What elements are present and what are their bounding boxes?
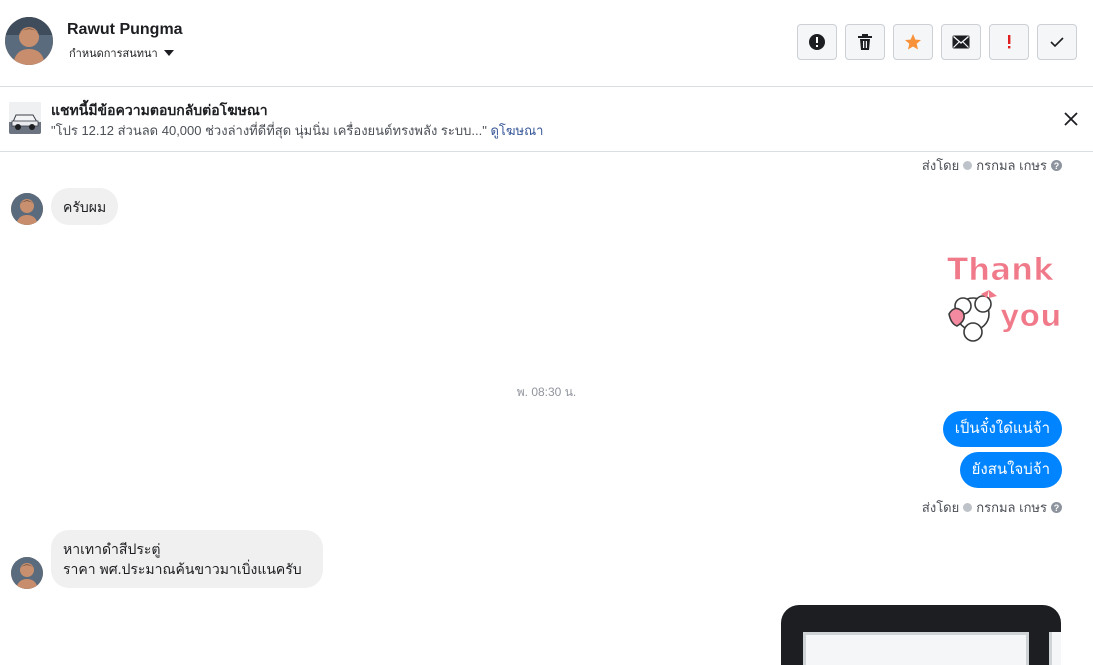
view-ad-link[interactable]: ดูโฆษณา — [490, 123, 543, 138]
avatar[interactable] — [11, 193, 43, 225]
image-message[interactable] — [781, 605, 1061, 665]
ad-description: "โปร 12.12 ส่วนลด 40,000 ช่วงล่างที่ดีที… — [51, 123, 487, 138]
help-icon[interactable]: ? — [1051, 160, 1062, 171]
contact-name[interactable]: Rawut Pungma — [67, 21, 183, 39]
avatar[interactable] — [5, 17, 53, 65]
message-line: หาเทาดำสีประตู่ — [63, 541, 161, 557]
delete-button[interactable] — [845, 24, 885, 60]
close-icon — [1064, 112, 1078, 126]
banner-description: "โปร 12.12 ส่วนลด 40,000 ช่วงล่างที่ดีที… — [51, 120, 543, 141]
mail-icon — [952, 35, 970, 49]
close-banner-button[interactable] — [1061, 109, 1081, 129]
mark-unread-button[interactable] — [941, 24, 981, 60]
ad-reply-banner: แชทนี้มีข้อความตอบกลับต่อโฆษณา "โปร 12.1… — [0, 87, 1093, 152]
sent-by-name[interactable]: กรกมล เกษร — [976, 497, 1047, 518]
star-icon — [905, 34, 921, 50]
sticker-text-thank: Thank — [947, 252, 1055, 288]
check-icon — [1050, 37, 1064, 48]
status-dot-icon — [963, 503, 973, 512]
star-button[interactable] — [893, 24, 933, 60]
sticker-text-you: you — [1000, 299, 1062, 334]
alert-circle-icon — [809, 34, 825, 50]
conversation-settings-label: กำหนดการสนทนา — [69, 48, 158, 60]
image-content — [803, 632, 1029, 665]
help-icon[interactable]: ? — [1051, 502, 1062, 513]
message-line: ราคา พศ.ประมาณค้นขาวมาเบิ่งแนครับ — [63, 561, 302, 577]
exclamation-icon — [1008, 35, 1011, 49]
banner-title: แชทนี้มีข้อความตอบกลับต่อโฆษณา — [51, 102, 268, 118]
sent-by-label: ส่งโดย กรกมล เกษร ? — [922, 155, 1062, 176]
image-content — [1049, 632, 1061, 665]
incoming-message[interactable]: หาเทาดำสีประตู่ ราคา พศ.ประมาณค้นขาวมาเบ… — [51, 530, 323, 588]
report-button[interactable] — [797, 24, 837, 60]
trash-icon — [858, 34, 872, 50]
conversation-settings-dropdown[interactable]: กำหนดการสนทนา — [69, 44, 174, 62]
header-actions — [797, 24, 1077, 60]
avatar[interactable] — [11, 557, 43, 589]
ad-thumbnail[interactable] — [9, 102, 41, 134]
spam-button[interactable] — [989, 24, 1029, 60]
sent-by-name[interactable]: กรกมล เกษร — [976, 155, 1047, 176]
incoming-message[interactable]: ครับผม — [51, 188, 119, 225]
outgoing-message[interactable]: ยังสนใจบ่จ้า — [959, 452, 1062, 488]
done-button[interactable] — [1037, 24, 1077, 60]
outgoing-message[interactable]: เป็นจั๋งใด๋แน่จ้า — [942, 411, 1062, 447]
conversation-header: Rawut Pungma กำหนดการสนทนา — [0, 0, 1093, 87]
thank-you-sticker[interactable]: Thank you — [937, 244, 1065, 350]
sent-by-label: ส่งโดย กรกมล เกษร ? — [922, 497, 1062, 518]
message-timestamp: พ. 08:30 น. — [516, 385, 577, 399]
caret-down-icon — [163, 50, 174, 56]
sheep-character — [948, 295, 992, 342]
sent-by-prefix: ส่งโดย — [921, 500, 960, 515]
sent-by-prefix: ส่งโดย — [921, 158, 960, 173]
status-dot-icon — [963, 161, 973, 170]
